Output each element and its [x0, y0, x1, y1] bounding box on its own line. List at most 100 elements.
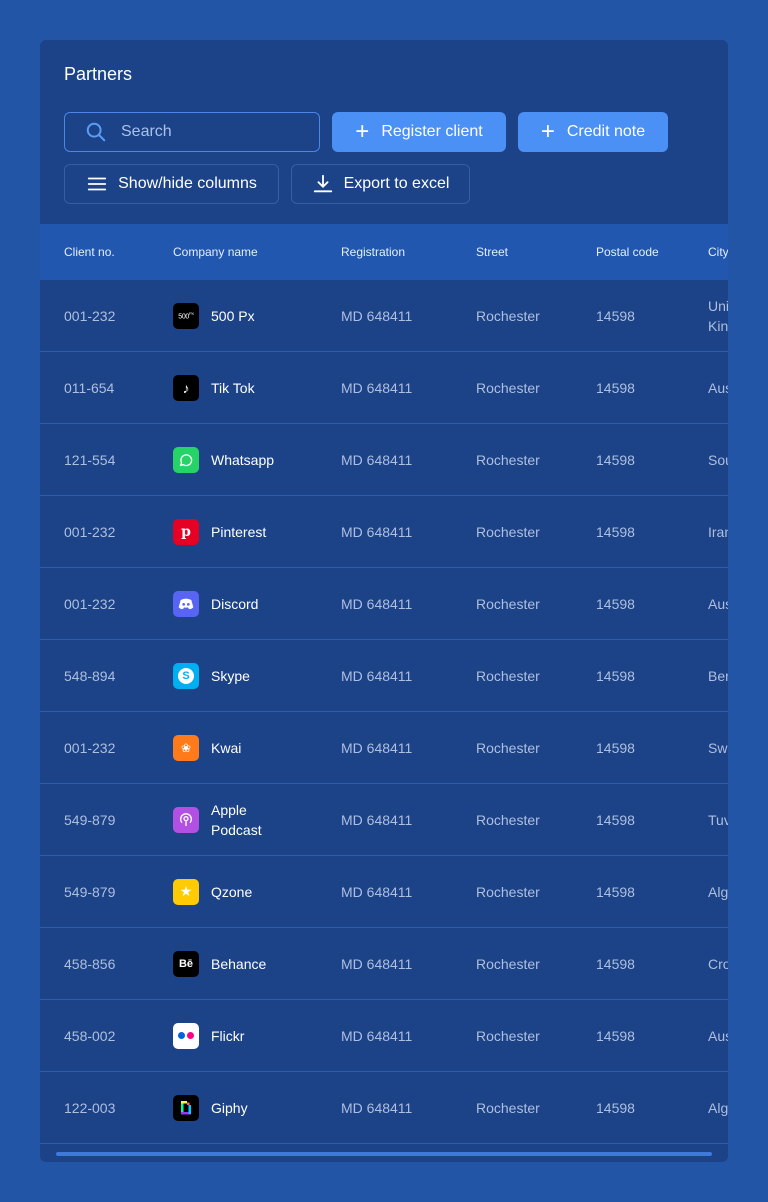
show-hide-columns-button[interactable]: Show/hide columns [64, 164, 279, 204]
table-row[interactable]: 001-232 p Pinterest MD 648411 Rochester 14598… [40, 496, 728, 568]
city-text: Tuvalu [708, 811, 728, 828]
street-cell: Rochester [476, 523, 540, 540]
behance-icon: Bē [173, 950, 199, 977]
postal-code-cell: 14598 [596, 307, 635, 324]
client-no-cell: 458-002 [64, 1027, 116, 1044]
client-no-cell: 122-003 [64, 1099, 116, 1116]
table-row[interactable]: 001-232 ❀ Kwai MD 648411 Rochester 14598 Swede… [40, 712, 728, 784]
company-name: Discord [211, 595, 259, 612]
city-cell: Bermuda [708, 640, 728, 711]
table-row[interactable]: 549-879 ★ Qzone MD 648411 Rochester 14598 Alge… [40, 856, 728, 928]
client-no-cell: 549-879 [64, 811, 116, 828]
header-postal-code[interactable]: Postal code [596, 245, 659, 259]
company-name: Kwai [211, 739, 242, 756]
export-excel-button[interactable]: Export to excel [291, 164, 470, 204]
registration-cell: MD 648411 [341, 1099, 413, 1116]
company-cell: Flickr [173, 1000, 281, 1071]
company-cell: Whatsapp [173, 424, 281, 495]
city-cell: United Kingdom [708, 280, 728, 351]
city-cell: Iran [708, 496, 728, 567]
table-row[interactable]: 001-232 Discord MD 648411 Rochester 14598 Aus… [40, 568, 728, 640]
company-name: Apple Podcast [211, 801, 262, 838]
credit-note-button[interactable]: + Credit note [518, 112, 668, 152]
city-text: Algeria [708, 883, 728, 900]
flickr-icon [173, 1022, 199, 1049]
postal-code-cell: 14598 [596, 1027, 635, 1044]
register-client-button[interactable]: + Register client [332, 112, 506, 152]
registration-cell: MD 648411 [341, 307, 413, 324]
city-text: Iran [708, 523, 728, 540]
company-cell: ★ Qzone [173, 856, 281, 927]
postal-code-cell: 14598 [596, 739, 635, 756]
street-cell: Rochester [476, 811, 540, 828]
street-cell: Rochester [476, 1027, 540, 1044]
search-icon [86, 122, 106, 142]
city-cell: Sweden [708, 712, 728, 783]
client-no-cell: 121-554 [64, 451, 116, 468]
table-row[interactable]: 122-003 Giphy MD 648411 Rochester 14598 Alger… [40, 1072, 728, 1144]
export-excel-label: Export to excel [343, 175, 450, 192]
header-client-no[interactable]: Client no. [64, 245, 115, 259]
street-cell: Rochester [476, 739, 540, 756]
header-registration[interactable]: Registration [341, 245, 405, 259]
download-icon [313, 174, 332, 193]
street-cell: Rochester [476, 595, 540, 612]
street-cell: Rochester [476, 955, 540, 972]
postal-code-cell: 14598 [596, 595, 635, 612]
company-cell: p Pinterest [173, 496, 281, 567]
city-text: United Kingdom [708, 297, 728, 334]
menu-icon [87, 177, 107, 191]
street-cell: Rochester [476, 667, 540, 684]
company-name: Giphy [211, 1099, 248, 1116]
company-name: Tik Tok [211, 379, 255, 396]
discord-icon [173, 590, 199, 617]
postal-code-cell: 14598 [596, 667, 635, 684]
client-no-cell: 001-232 [64, 595, 116, 612]
horizontal-scrollbar[interactable] [56, 1152, 712, 1156]
table-row[interactable]: 121-554 Whatsapp MD 648411 Rochester 14598 So… [40, 424, 728, 496]
table-row[interactable]: 011-654 ♪ Tik Tok MD 648411 Rochester 14598 Au… [40, 352, 728, 424]
whatsapp-icon [173, 446, 199, 473]
header-city[interactable]: City [708, 245, 728, 259]
table-row[interactable]: 001-232 500PX 500 Px MD 648411 Rochester 1459… [40, 280, 728, 352]
company-cell: Bē Behance [173, 928, 281, 999]
company-cell: Apple Podcast [173, 784, 281, 855]
table-row[interactable]: 458-002 Flickr MD 648411 Rochester 14598 Aust… [40, 1000, 728, 1072]
postal-code-cell: 14598 [596, 451, 635, 468]
client-no-cell: 001-232 [64, 307, 116, 324]
credit-note-label: Credit note [566, 123, 646, 140]
city-text: Bermuda [708, 667, 728, 684]
table-row[interactable]: 458-856 Bē Behance MD 648411 Rochester 14598 C… [40, 928, 728, 1000]
apple-podcast-icon [173, 806, 199, 833]
registration-cell: MD 648411 [341, 811, 413, 828]
registration-cell: MD 648411 [341, 451, 413, 468]
registration-cell: MD 648411 [341, 739, 413, 756]
table-body: 001-232 500PX 500 Px MD 648411 Rochester 1459… [40, 280, 728, 1144]
postal-code-cell: 14598 [596, 955, 635, 972]
table-row[interactable]: 549-879 Apple Podcast MD 648411 Rochester 14… [40, 784, 728, 856]
registration-cell: MD 648411 [341, 1027, 413, 1044]
client-no-cell: 011-654 [64, 379, 115, 396]
search-input[interactable]: Search [64, 112, 320, 152]
city-cell: Tuvalu [708, 784, 728, 855]
client-no-cell: 549-879 [64, 883, 116, 900]
city-text: Sweden [708, 739, 728, 756]
city-cell: Austria [708, 568, 728, 639]
pinterest-icon: p [173, 518, 199, 545]
company-cell: 500PX 500 Px [173, 280, 281, 351]
company-name: Skype [211, 667, 250, 684]
company-cell: Discord [173, 568, 281, 639]
header-street[interactable]: Street [476, 245, 508, 259]
kwai-icon: ❀ [173, 734, 199, 761]
company-name: 500 Px [211, 307, 255, 324]
registration-cell: MD 648411 [341, 379, 413, 396]
header-company-name[interactable]: Company name [173, 245, 258, 259]
company-name: Whatsapp [211, 451, 275, 468]
city-cell: Algeria [708, 1072, 728, 1143]
search-placeholder: Search [121, 123, 172, 140]
qzone-icon: ★ [173, 878, 199, 905]
street-cell: Rochester [476, 1099, 540, 1116]
table-row[interactable]: 548-894 S Skype MD 648411 Rochester 14598 Berm… [40, 640, 728, 712]
city-text: Austria [708, 595, 728, 612]
city-text: Algeria [708, 1099, 728, 1116]
